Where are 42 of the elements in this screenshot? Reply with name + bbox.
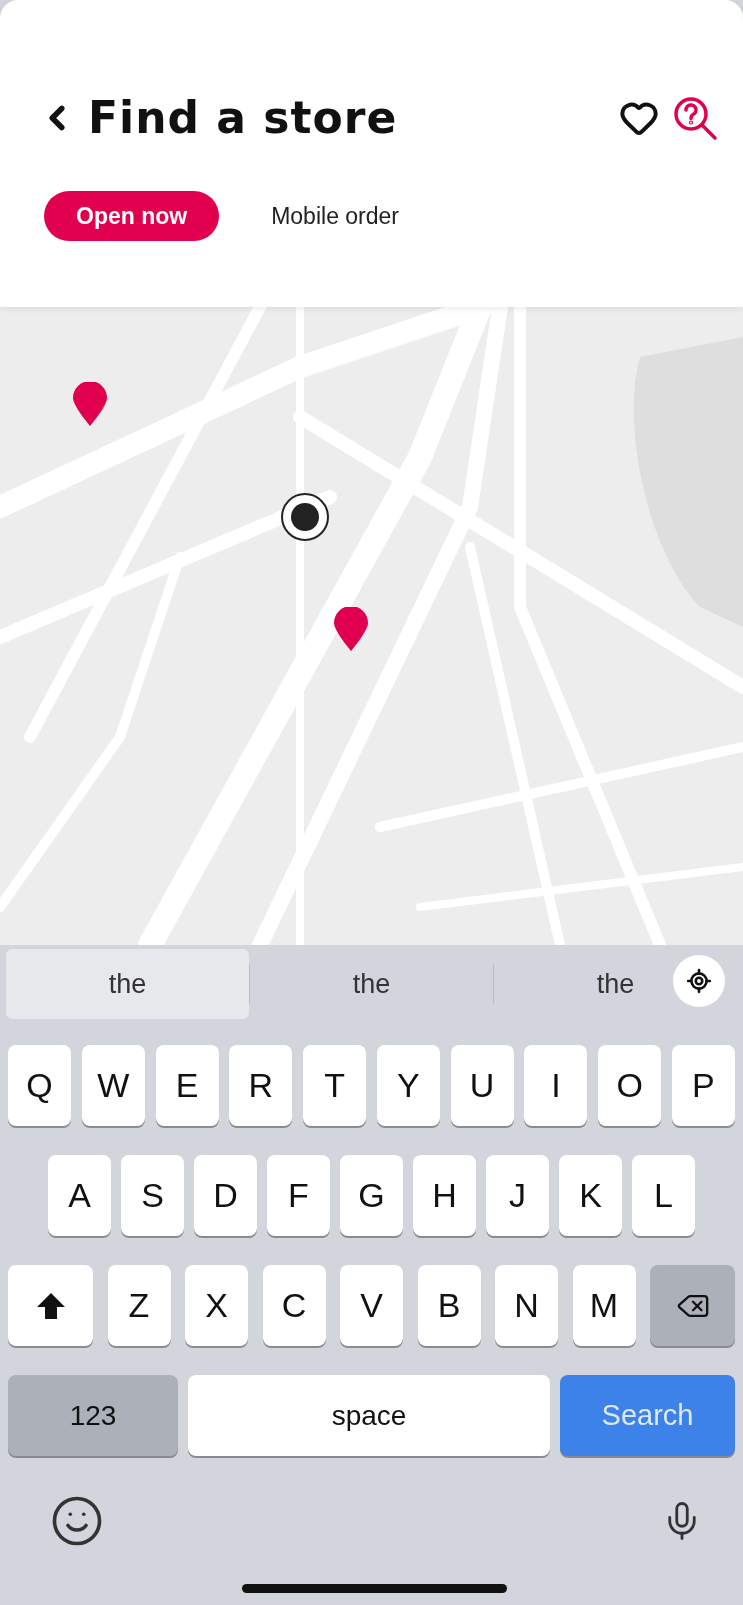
key[interactable]: S <box>121 1155 184 1236</box>
key[interactable]: E <box>155 1045 219 1126</box>
numbers-key[interactable]: 123 <box>8 1375 178 1456</box>
locate-button[interactable] <box>673 955 725 1007</box>
filter-chip[interactable]: Open now <box>44 191 220 241</box>
backspace-key[interactable] <box>650 1265 735 1346</box>
key[interactable]: Q <box>8 1045 71 1126</box>
shift-icon <box>35 1291 66 1320</box>
key[interactable]: H <box>413 1155 476 1236</box>
key[interactable]: I <box>524 1045 588 1126</box>
key[interactable]: P <box>671 1045 735 1126</box>
key[interactable]: G <box>340 1155 403 1236</box>
key[interactable]: V <box>340 1265 403 1346</box>
key[interactable]: O <box>598 1045 662 1126</box>
key[interactable]: R <box>229 1045 293 1126</box>
key[interactable]: A <box>48 1155 111 1236</box>
key[interactable]: Y <box>376 1045 440 1126</box>
key[interactable]: C <box>262 1265 326 1346</box>
key[interactable]: X <box>185 1265 248 1346</box>
key[interactable]: B <box>417 1265 481 1346</box>
key[interactable]: U <box>450 1045 514 1126</box>
key[interactable]: F <box>267 1155 330 1236</box>
key[interactable]: T <box>303 1045 367 1126</box>
suggestion-item[interactable]: the <box>250 949 493 1019</box>
key[interactable]: Z <box>107 1265 171 1346</box>
locate-icon <box>686 968 712 994</box>
space-key[interactable]: space <box>188 1375 550 1456</box>
key[interactable]: K <box>559 1155 622 1236</box>
filter-chip[interactable]: Mobile order <box>239 191 431 241</box>
page-title: Find a store <box>88 92 399 143</box>
key[interactable]: N <box>495 1265 558 1346</box>
key[interactable]: W <box>81 1045 145 1126</box>
key[interactable]: D <box>194 1155 257 1236</box>
current-location-icon <box>280 492 330 542</box>
map-pin-icon[interactable] <box>334 607 368 651</box>
suggestion-item[interactable]: the <box>494 949 737 1019</box>
key[interactable]: L <box>632 1155 695 1236</box>
suggestion-item[interactable]: the <box>6 949 249 1019</box>
shift-key[interactable] <box>8 1265 93 1346</box>
key[interactable]: J <box>486 1155 549 1236</box>
map-pin-icon[interactable] <box>73 382 107 426</box>
key[interactable]: M <box>572 1265 636 1346</box>
